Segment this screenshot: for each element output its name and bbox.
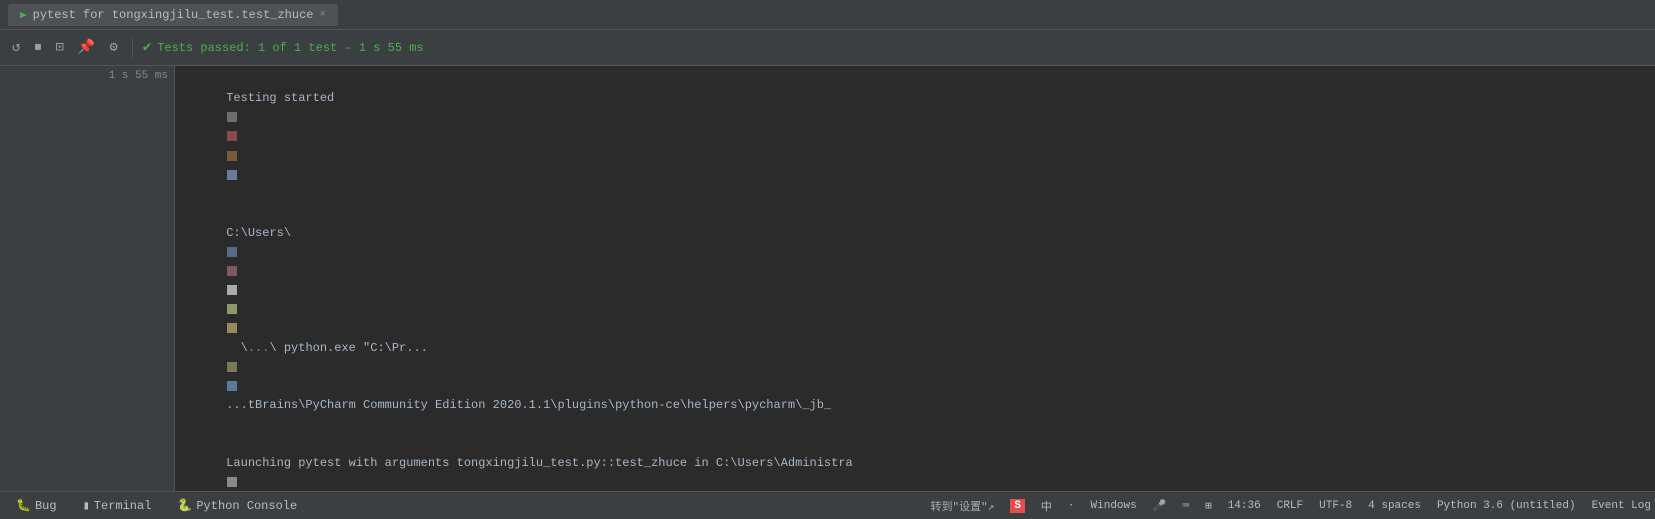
tab-terminal-label: Terminal: [94, 499, 152, 513]
blur-block: [227, 247, 237, 257]
statusbar-keyboard[interactable]: ⌨: [1182, 499, 1189, 513]
toolbar-separator: [132, 38, 133, 58]
stop-button[interactable]: ⏹: [30, 38, 45, 58]
tab-bug[interactable]: 🐛 Bug: [4, 495, 69, 516]
check-icon: ✔: [143, 39, 151, 56]
bug-icon: 🐛: [16, 498, 31, 513]
statusbar-ime: S: [1010, 499, 1025, 513]
console-line: Testing started: [183, 70, 1647, 204]
run-tab-icon: ▶: [20, 8, 27, 22]
tab-python-console[interactable]: 🐍 Python Console: [165, 495, 309, 516]
statusbar-time: 14:36: [1228, 500, 1261, 512]
restore-layout-button[interactable]: ⊡: [51, 37, 67, 58]
run-tab-label: pytest for tongxingjilu_test.test_zhuce: [33, 8, 314, 22]
rerun-button[interactable]: ↺: [8, 37, 24, 58]
blur-block: [227, 381, 237, 391]
python-icon: 🐍: [177, 498, 192, 513]
bottom-tabs-bar: 🐛 Bug ▮ Terminal 🐍 Python Console 转到"设置"…: [0, 491, 1655, 519]
title-bar: ▶ pytest for tongxingjilu_test.test_zhuc…: [0, 0, 1655, 30]
tab-bug-label: Bug: [35, 499, 57, 513]
blur-block-1: [227, 112, 237, 122]
statusbar-mic[interactable]: 🎤: [1153, 499, 1167, 513]
blur-block: [227, 285, 237, 295]
statusbar-encoding[interactable]: UTF-8: [1319, 500, 1352, 512]
blur-block: [227, 362, 237, 372]
statusbar-indent[interactable]: 4 spaces: [1368, 500, 1421, 512]
run-tab[interactable]: ▶ pytest for tongxingjilu_test.test_zhuc…: [8, 4, 338, 26]
blur-block: [227, 266, 237, 276]
statusbar-divider: ·: [1068, 500, 1075, 512]
blur-block-4: [227, 170, 237, 180]
blur-block-3: [227, 151, 237, 161]
statusbar-python[interactable]: Python 3.6 (untitled): [1437, 500, 1576, 512]
terminal-icon: ▮: [83, 498, 90, 513]
statusbar-lang[interactable]: 中: [1041, 498, 1052, 514]
blur-block: [227, 304, 237, 314]
tab-python-console-label: Python Console: [196, 499, 297, 513]
toolbar: ↺ ⏹ ⊡ 📌 ⚙ ✔ Tests passed: 1 of 1 test – …: [0, 30, 1655, 66]
statusbar-event-log[interactable]: Event Log: [1592, 500, 1651, 512]
console-output: Testing started C:\Users\ \...\ python.e…: [175, 66, 1655, 491]
console-line: C:\Users\ \...\ python.exe "C:\Pr... ...…: [183, 204, 1647, 434]
statusbar-crlf[interactable]: CRLF: [1277, 500, 1303, 512]
test-status: ✔ Tests passed: 1 of 1 test – 1 s 55 ms: [143, 39, 424, 56]
settings-button[interactable]: ⚙: [105, 37, 121, 58]
blur-block-2: [227, 131, 237, 141]
main-content: 1 s 55 ms Testing started C:\Users\ \...…: [0, 66, 1655, 491]
left-gutter: 1 s 55 ms: [0, 66, 175, 491]
blur-block: [227, 323, 237, 333]
close-tab-button[interactable]: ×: [319, 9, 326, 21]
pin-button[interactable]: 📌: [74, 37, 99, 58]
console-line: Launching pytest with arguments tongxing…: [183, 435, 1647, 491]
statusbar-windows[interactable]: Windows: [1091, 500, 1137, 512]
statusbar-settings[interactable]: 转到"设置"↗: [930, 498, 994, 514]
status-label: Tests passed: 1 of 1 test – 1 s 55 ms: [157, 41, 423, 55]
test-time-label: 1 s 55 ms: [109, 70, 168, 82]
statusbar-grid[interactable]: ⊞: [1205, 499, 1212, 513]
blur-block: [227, 477, 237, 487]
tab-terminal[interactable]: ▮ Terminal: [71, 495, 164, 516]
